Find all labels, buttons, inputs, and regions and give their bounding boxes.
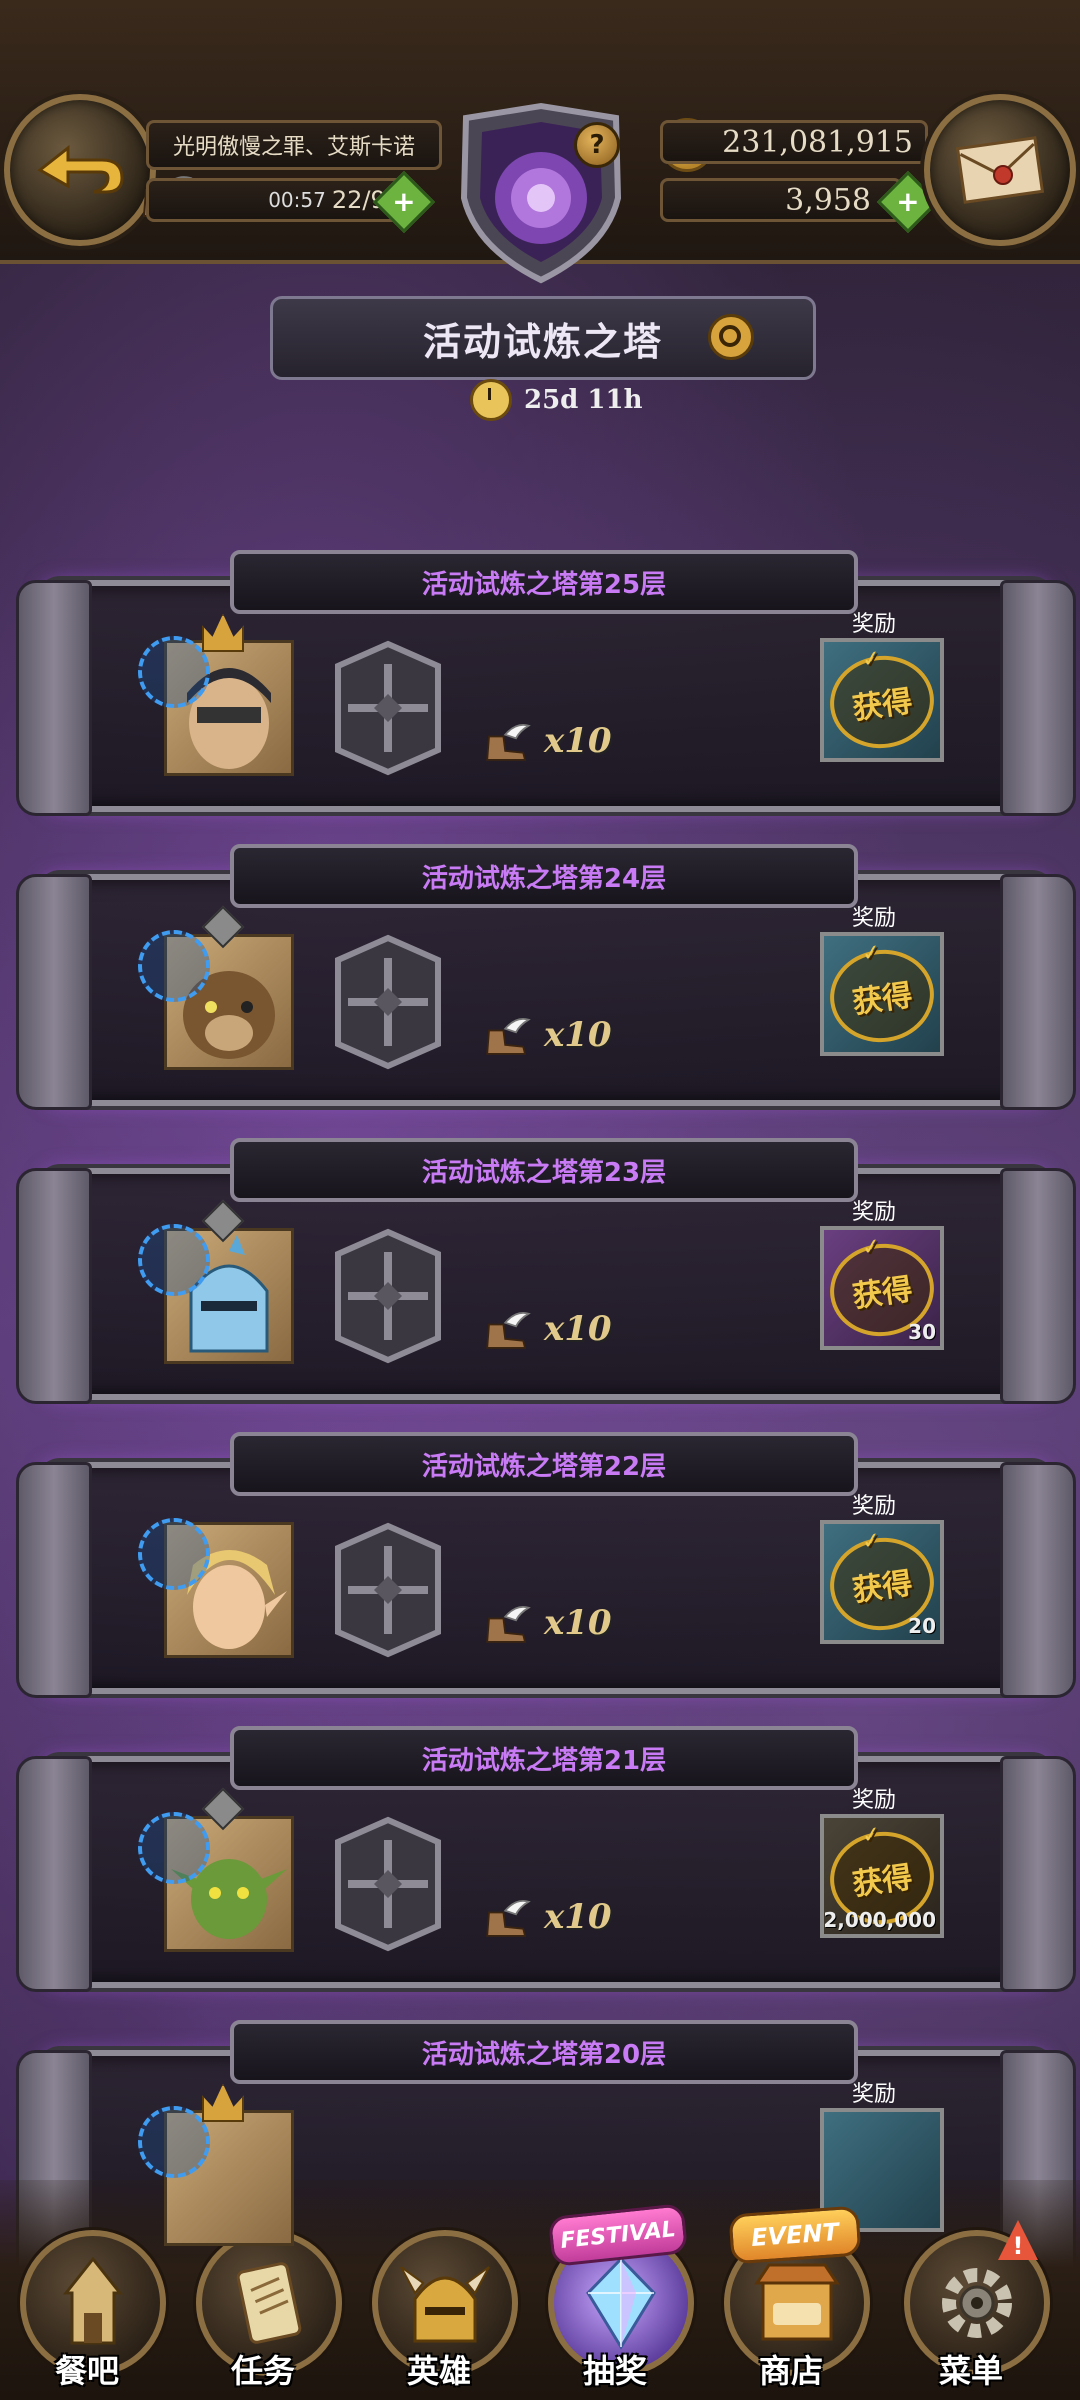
reward-quantity: 20: [908, 1614, 936, 1638]
stamina-cost-text: x10: [544, 1603, 612, 1643]
stamina-cost: x10: [480, 718, 612, 764]
stamina-cost-text: x10: [544, 721, 612, 761]
floor-card-24[interactable]: 活动试炼之塔第24层 x10 奖励 ✓ 获得: [16, 834, 1076, 1110]
reward-item[interactable]: 获得: [820, 932, 944, 1056]
floor-title: 活动试炼之塔第21层: [230, 1726, 858, 1790]
reward-item[interactable]: 获得 20: [820, 1520, 944, 1644]
floor-card-21[interactable]: 活动试炼之塔第21层 x10 奖励 ✓ 获得 2,000,000: [16, 1716, 1076, 1992]
stamina-cost-text: x10: [544, 1309, 612, 1349]
floor-title-text: 活动试炼之塔第25层: [421, 569, 667, 600]
empty-slot-icon: [335, 1522, 441, 1658]
reward-label: 奖励: [852, 1200, 897, 1225]
floor-title-text: 活动试炼之塔第22层: [421, 1451, 667, 1482]
attribute-badge-icon: [138, 930, 210, 1002]
attribute-badge-icon: [138, 1812, 210, 1884]
nav-label: 抽奖: [582, 2352, 647, 2390]
stamina-cost: x10: [480, 1894, 612, 1940]
floor-title-text: 活动试炼之塔第23层: [421, 1157, 667, 1188]
empty-slot-icon: [335, 640, 441, 776]
empty-slot-icon: [335, 1228, 441, 1364]
nav-label: 餐吧: [54, 2352, 119, 2390]
floor-title-text: 活动试炼之塔第24层: [421, 863, 667, 894]
floor-title: 活动试炼之塔第24层: [230, 844, 858, 908]
floor-title-text: 活动试炼之塔第21层: [421, 1745, 667, 1776]
floor-title: 活动试炼之塔第23层: [230, 1138, 858, 1202]
stamina-cost-text: x10: [544, 1015, 612, 1055]
reward-item[interactable]: 获得 30: [820, 1226, 944, 1350]
winged-boot-icon: [486, 724, 531, 761]
reward-item[interactable]: 获得 2,000,000: [820, 1814, 944, 1938]
floor-title: 活动试炼之塔第20层: [230, 2020, 858, 2084]
floor-card-23[interactable]: 活动试炼之塔第23层 x10 奖励 ✓ 获得 30: [16, 1128, 1076, 1404]
nav-label: 商店: [758, 2352, 823, 2390]
stamina-cost-text: x10: [544, 1897, 612, 1937]
nav-menu[interactable]: ! 菜单: [896, 2210, 1050, 2400]
floor-card-25[interactable]: 活动试炼之塔第25层 x10 奖励 ✓ 获得: [16, 540, 1076, 816]
nav-draw[interactable]: FESTIVAL 抽奖: [540, 2203, 694, 2400]
nav-label: 任务: [230, 2352, 295, 2390]
obtained-stamp: 获得: [824, 943, 940, 1049]
empty-slot-icon: [335, 934, 441, 1070]
reward-label: 奖励: [852, 1494, 897, 1519]
stamina-cost: x10: [480, 1306, 612, 1352]
winged-boot-icon: [486, 1606, 531, 1643]
floor-title: 活动试炼之塔第25层: [230, 550, 858, 614]
reward-label: 奖励: [852, 906, 897, 931]
floor-card-22[interactable]: 活动试炼之塔第22层 x10 奖励 ✓ 获得 20: [16, 1422, 1076, 1698]
reward-quantity: 2,000,000: [823, 1908, 936, 1932]
floor-list: 活动试炼之塔第25层 x10 奖励 ✓ 获得 活动试炼之塔第24层 x10 奖励…: [0, 0, 1080, 2400]
stamina-cost: x10: [480, 1600, 612, 1646]
reward-label: 奖励: [852, 2082, 897, 2107]
reward-label: 奖励: [852, 1788, 897, 1813]
nav-label: 英雄: [406, 2352, 471, 2390]
floor-title: 活动试炼之塔第22层: [230, 1432, 858, 1496]
attribute-badge-icon: [138, 1518, 210, 1590]
nav-hero[interactable]: 英雄: [364, 2210, 518, 2400]
reward-label: 奖励: [852, 612, 897, 637]
tower-screen: 光明傲慢之罪、艾斯卡诺 00:57 22/92 + ? 231,081,915: [0, 0, 1080, 2400]
attribute-badge-icon: [138, 1224, 210, 1296]
attribute-badge-icon: [138, 636, 210, 708]
nav-tavern[interactable]: 餐吧: [12, 2210, 166, 2400]
obtained-stamp: 获得: [824, 649, 940, 755]
winged-boot-icon: [486, 1018, 531, 1055]
attribute-badge-icon: [138, 2106, 210, 2178]
winged-boot-icon: [486, 1312, 531, 1349]
nav-label: 菜单: [938, 2352, 1003, 2390]
winged-boot-icon: [486, 1900, 531, 1937]
floor-title-text: 活动试炼之塔第20层: [421, 2039, 667, 2070]
reward-quantity: 30: [908, 1320, 936, 1344]
event-tag: EVENT: [728, 2205, 862, 2265]
nav-shop[interactable]: EVENT 商店: [716, 2205, 870, 2400]
reward-item[interactable]: 获得: [820, 638, 944, 762]
stamina-cost: x10: [480, 1012, 612, 1058]
empty-slot-icon: [335, 1816, 441, 1952]
